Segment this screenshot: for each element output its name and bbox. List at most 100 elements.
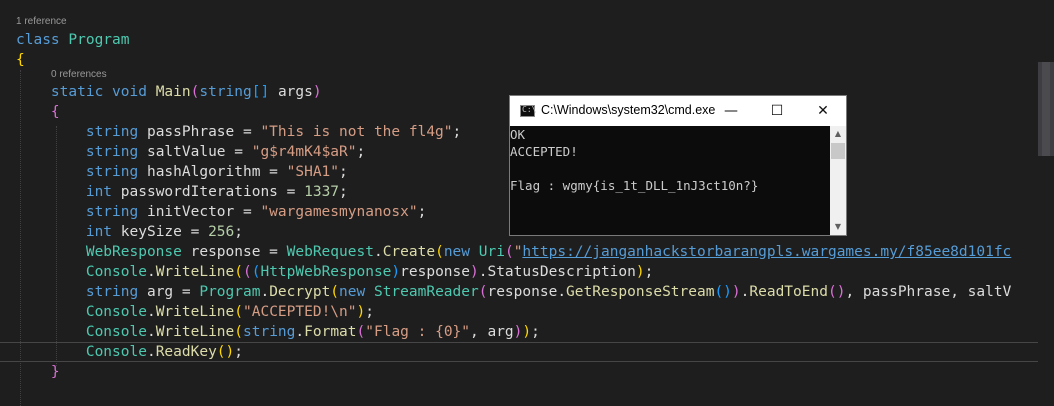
class-name: Program xyxy=(68,32,130,48)
code-line-brace[interactable]: { xyxy=(16,50,25,70)
console-line-flag: Flag : wgmy{is_1t_DLL_1nJ3ct10n?} xyxy=(510,178,759,193)
number-literal: 1337 xyxy=(304,184,340,200)
string-literal: "ACCEPTED!\n" xyxy=(243,304,357,320)
identifier: passwordIterations = xyxy=(112,184,305,200)
cmd-window[interactable]: C:\ C:\Windows\system32\cmd.exe — ☐ ✕ OK… xyxy=(509,95,847,236)
paren: ( xyxy=(234,324,243,340)
method-name: Format xyxy=(304,324,357,340)
console-line: ACCEPTED! xyxy=(510,144,578,159)
class-name: Uri xyxy=(478,244,505,260)
brace: { xyxy=(50,104,60,120)
arguments: , passPhrase, saltV xyxy=(845,284,1012,300)
window-title: C:\Windows\system32\cmd.exe xyxy=(541,103,716,117)
paren: ) xyxy=(470,264,479,280)
semicolon: ; xyxy=(234,344,243,360)
paren: ( xyxy=(504,244,514,260)
method-name: ReadKey xyxy=(155,344,217,360)
class-name: Console xyxy=(85,324,147,340)
paren: ) xyxy=(391,264,401,280)
code-line-writeline-status[interactable]: Console.WriteLine(((HttpWebResponse)resp… xyxy=(16,262,654,282)
editor-scrollbar[interactable] xyxy=(1038,62,1054,156)
method-name: ReadToEnd xyxy=(749,284,828,300)
method-name: Main xyxy=(155,84,191,100)
dot: . xyxy=(557,284,567,300)
dot: . xyxy=(146,324,156,340)
method-name: WriteLine xyxy=(155,264,235,280)
code-line-keysize[interactable]: int keySize = 256; xyxy=(16,222,243,242)
paren: ( xyxy=(234,304,243,320)
code-line-passworditerations[interactable]: int passwordIterations = 1337; xyxy=(16,182,348,202)
keyword: new xyxy=(443,244,471,260)
semicolon: ; xyxy=(339,164,348,180)
code-line-writeline-accepted[interactable]: Console.WriteLine("ACCEPTED!\n"); xyxy=(16,302,374,322)
code-line-saltvalue[interactable]: string saltValue = "g$r4mK4$aR"; xyxy=(16,142,365,162)
semicolon: ; xyxy=(417,204,427,220)
minimize-button[interactable]: — xyxy=(708,96,754,126)
url-link[interactable]: https://janganhackstorbarangpls.wargames… xyxy=(522,244,1011,260)
bracket: [] xyxy=(251,84,270,100)
code-line-readkey[interactable]: Console.ReadKey(); xyxy=(16,342,243,362)
method-name: Decrypt xyxy=(269,284,331,300)
code-line-passphrase[interactable]: string passPhrase = "This is not the fl4… xyxy=(16,122,461,142)
paren: ( xyxy=(243,264,252,280)
scrollbar-thumb[interactable] xyxy=(1042,62,1050,156)
maximize-button[interactable]: ☐ xyxy=(754,96,800,126)
scroll-down-arrow-icon[interactable]: ▼ xyxy=(830,219,846,235)
paren: ) xyxy=(312,84,322,100)
code-line-main-signature[interactable]: static void Main(string[] args) xyxy=(16,82,322,102)
paren: ) xyxy=(731,284,741,300)
code-line-brace[interactable]: { xyxy=(16,102,60,122)
paren: ( xyxy=(234,264,243,280)
codelens-references[interactable]: 0 references xyxy=(51,69,107,80)
paren: ( xyxy=(435,244,444,260)
class-name: Console xyxy=(85,304,147,320)
keyword: void xyxy=(112,84,147,100)
dot: . xyxy=(146,264,156,280)
console-output[interactable]: OK ACCEPTED! Flag : wgmy{is_1t_DLL_1nJ3c… xyxy=(510,126,830,235)
dot: . xyxy=(373,244,383,260)
code-line-initvector[interactable]: string initVector = "wargamesmynanosx"; xyxy=(16,202,426,222)
paren: () xyxy=(216,344,235,360)
identifier: passPhrase = xyxy=(138,124,261,140)
keyword: string xyxy=(199,84,252,100)
identifier: response xyxy=(400,264,470,280)
cmd-icon: C:\ xyxy=(520,105,537,117)
keyword: new xyxy=(339,284,366,300)
method-name: Create xyxy=(382,244,436,260)
identifier: arg = xyxy=(138,284,200,300)
cmd-icon-label: C:\ xyxy=(522,105,537,114)
brace: { xyxy=(16,52,25,68)
code-line-writeline-flag[interactable]: Console.WriteLine(string.Format("Flag : … xyxy=(16,322,540,342)
dot: . xyxy=(260,284,270,300)
param: args xyxy=(269,84,313,100)
code-line-brace[interactable]: } xyxy=(16,362,60,382)
type-keyword: int xyxy=(85,184,113,200)
class-name: HttpWebResponse xyxy=(260,264,392,280)
code-line-class-declaration[interactable]: class Program xyxy=(16,30,130,50)
keyword: class xyxy=(16,32,60,48)
cmd-titlebar[interactable]: C:\ C:\Windows\system32\cmd.exe — ☐ ✕ xyxy=(510,96,846,126)
identifier: response xyxy=(487,284,558,300)
console-scrollbar[interactable]: ▲ ▼ xyxy=(830,126,846,235)
scroll-up-arrow-icon[interactable]: ▲ xyxy=(830,126,846,142)
type-keyword: string xyxy=(85,144,139,160)
property-name: StatusDescription xyxy=(487,264,636,280)
type-keyword: string xyxy=(85,124,139,140)
semicolon: ; xyxy=(644,264,654,280)
semicolon: ; xyxy=(356,144,366,160)
string-literal: "wargamesmynanosx" xyxy=(260,204,418,220)
code-line-webresponse[interactable]: WebResponse response = WebRequest.Create… xyxy=(16,242,1011,262)
type-keyword: string xyxy=(85,164,139,180)
code-line-decrypt[interactable]: string arg = Program.Decrypt(new StreamR… xyxy=(16,282,1011,302)
scrollbar-thumb[interactable] xyxy=(831,143,845,159)
method-name: WriteLine xyxy=(155,304,235,320)
number-literal: 256 xyxy=(208,224,235,240)
codelens-references[interactable]: 1 reference xyxy=(16,16,67,27)
arguments: , arg xyxy=(470,324,514,340)
code-line-hashalgorithm[interactable]: string hashAlgorithm = "SHA1"; xyxy=(16,162,348,182)
close-button[interactable]: ✕ xyxy=(800,96,846,126)
paren: () xyxy=(827,284,846,300)
identifier: response = xyxy=(181,244,287,260)
paren: ) xyxy=(635,264,645,280)
class-name: Program xyxy=(199,284,261,300)
